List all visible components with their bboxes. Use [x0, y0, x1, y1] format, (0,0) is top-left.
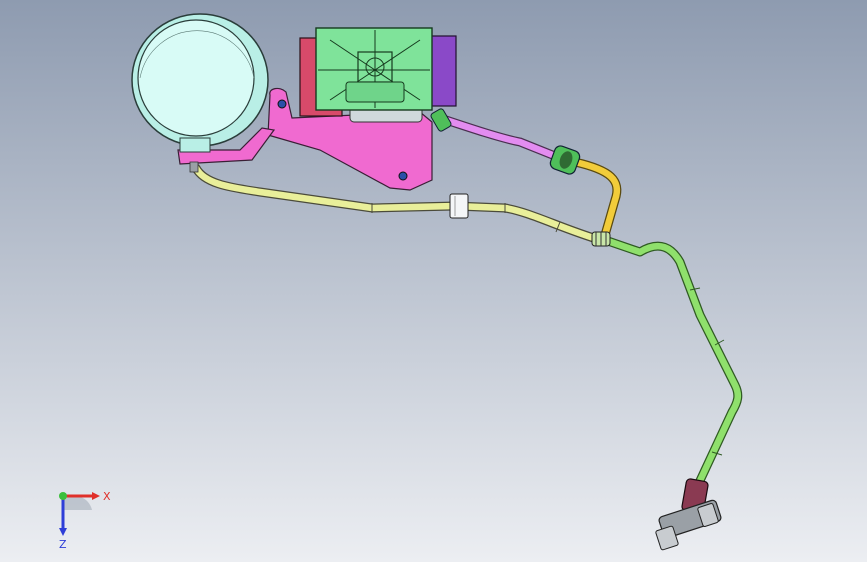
hose-clip[interactable] [449, 193, 469, 219]
reservoir-tank[interactable] [131, 13, 269, 153]
outlet-connector[interactable] [655, 478, 722, 551]
orientation-triad[interactable]: X Z [40, 480, 120, 550]
z-axis-label: Z [59, 538, 67, 550]
pump-assembly[interactable] [299, 27, 457, 123]
supply-hose[interactable] [600, 235, 743, 490]
pump-outlet-fitting[interactable] [430, 108, 452, 132]
pump-outlet-hose[interactable] [435, 113, 565, 163]
bend-hose[interactable] [570, 157, 622, 240]
x-axis-arrowhead [92, 492, 100, 500]
bracket-bolt-icon [277, 99, 287, 109]
bracket-bolt-icon [398, 171, 408, 181]
assembly-model[interactable] [0, 0, 867, 562]
z-axis-arrowhead [59, 528, 67, 536]
x-axis-label: X [103, 490, 111, 503]
tee-junction[interactable] [591, 231, 611, 247]
y-axis-icon [59, 492, 67, 500]
inline-coupling[interactable] [549, 144, 582, 175]
cad-viewport[interactable]: X Z [0, 0, 867, 562]
